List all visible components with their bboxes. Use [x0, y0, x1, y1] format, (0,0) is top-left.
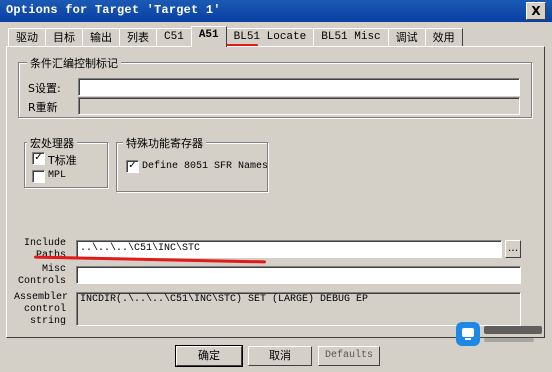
mpl-checkbox[interactable]	[32, 170, 45, 183]
cancel-button[interactable]: 取消	[248, 346, 312, 366]
define-sfr-checkbox[interactable]: ✓	[126, 160, 139, 173]
tab-strip: 驱动 目标 输出 列表 C51 A51 BL51 Locate BL51 Mis…	[8, 26, 463, 47]
include-paths-browse-button[interactable]: ...	[505, 240, 521, 258]
assembler-control-label: Assembler control string	[14, 292, 69, 327]
reset-label: R重新	[28, 101, 58, 114]
tab-driver[interactable]: 驱动	[8, 28, 46, 46]
defaults-button[interactable]: Defaults	[318, 346, 380, 366]
mpl-label: MPL	[48, 170, 67, 181]
include-paths-field[interactable]: ..\..\..\C51\INC\STC	[76, 240, 502, 258]
close-button[interactable]: X	[526, 2, 546, 20]
standard-checkbox[interactable]: ✓	[32, 152, 45, 165]
window-title: Options for Target 'Target 1'	[6, 3, 221, 17]
tab-bl51-misc[interactable]: BL51 Misc	[313, 28, 389, 46]
title-bar: Options for Target 'Target 1' X	[0, 0, 552, 22]
tab-utilities[interactable]: 效用	[424, 28, 463, 46]
tab-target[interactable]: 目标	[45, 28, 83, 46]
set-label: S设置:	[28, 82, 61, 95]
set-field[interactable]	[78, 78, 520, 96]
site-watermark-logo	[456, 322, 542, 346]
sfr-title: 特殊功能寄存器	[123, 135, 206, 151]
tab-a51[interactable]: A51	[190, 26, 227, 47]
standard-label: T标准	[48, 154, 77, 167]
tab-debug[interactable]: 调试	[387, 28, 426, 46]
tab-output[interactable]: 输出	[82, 28, 120, 46]
ok-button[interactable]: 确定	[175, 345, 243, 367]
tab-listing[interactable]: 列表	[119, 28, 157, 46]
misc-controls-label: Misc Controls	[17, 264, 66, 287]
define-sfr-label: Define 8051 SFR Names	[142, 161, 269, 172]
macro-processor-title: 宏处理器	[27, 135, 77, 151]
reset-field[interactable]	[78, 97, 520, 115]
misc-controls-field[interactable]	[76, 266, 521, 284]
tab-c51[interactable]: C51	[156, 28, 192, 46]
conditional-assembly-title: 条件汇编控制标记	[27, 55, 121, 71]
